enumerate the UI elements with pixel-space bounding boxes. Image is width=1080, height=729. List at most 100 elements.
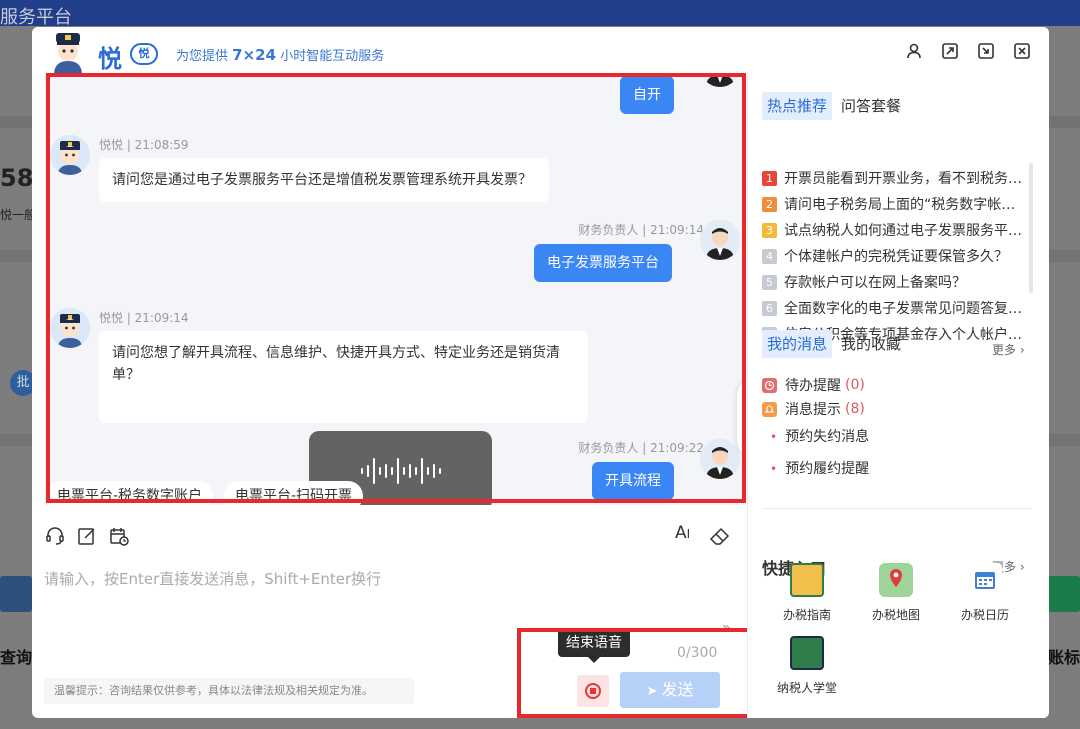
hot-question-text: 请问电子税务局上面的“税务数字帐户”在哪 xyxy=(784,197,1024,213)
background-label: 悦一般 xyxy=(0,208,37,222)
send-icon: ➤ xyxy=(646,684,662,699)
wave-bar xyxy=(438,468,441,474)
more-label: 更多 xyxy=(992,343,1017,357)
hot-question-item[interactable]: 6 全面数字化的电子发票常见问题答复汇总 xyxy=(762,295,1024,321)
input-toolbar: AI xyxy=(44,523,744,555)
tagline-suffix: 小时智能互动服务 xyxy=(280,49,385,64)
assistant-avatar-icon xyxy=(50,308,90,348)
suggestion-chip[interactable]: 电票平台-税务数字账户 xyxy=(46,481,214,511)
todo-reminder[interactable]: 待办提醒 (0) xyxy=(762,375,865,395)
font-size-icon[interactable]: AI xyxy=(675,523,697,545)
wave-bar xyxy=(384,464,387,478)
disclaimer-tip: 温馨提示：咨询结果仅供参考，具体以法律法规及相关规定为准。 xyxy=(44,678,414,704)
close-icon[interactable] xyxy=(1013,42,1031,60)
send-label: 发送 xyxy=(661,680,694,699)
chat-history[interactable]: 自开 悦悦 | 21:08:59 请问您是通过电子发票服务平台还是增值税发票管理… xyxy=(44,73,744,505)
panel-toggle[interactable] xyxy=(737,378,744,458)
expand-input-icon[interactable]: » xyxy=(722,620,731,636)
notice-sub-item[interactable]: 预约履约提醒 xyxy=(770,458,869,478)
clock-icon xyxy=(762,377,777,393)
stop-icon xyxy=(585,683,601,699)
hot-question-text: 试点纳税人如何通过电子发票服务平台开票 xyxy=(784,223,1024,239)
scrollbar[interactable] xyxy=(1029,163,1033,293)
message-input[interactable]: 请输入，按Enter直接发送消息，Shift+Enter换行 xyxy=(44,568,381,589)
edit-icon[interactable] xyxy=(76,525,98,547)
notice-sub-item[interactable]: 预约失约消息 xyxy=(770,426,869,446)
rank-badge: 1 xyxy=(762,170,777,186)
quick-tax-guide[interactable]: 办税指南 xyxy=(772,563,842,623)
hot-question-item[interactable]: 1 开票员能看到开票业务，看不到税务数字账户 xyxy=(762,165,1024,191)
hot-tabs: 热点推荐 问答套餐 xyxy=(762,92,904,120)
bell-icon xyxy=(762,401,777,417)
user-message: 电子发票服务平台 xyxy=(534,244,672,282)
user-avatar-icon xyxy=(700,220,740,260)
hot-question-text: 存款帐户可以在网上备案吗？ xyxy=(784,275,966,291)
tab-my-messages[interactable]: 我的消息 xyxy=(762,330,833,358)
hot-question-item[interactable]: 4 个体建帐户的完税凭证要保管多久？ xyxy=(762,243,1024,269)
quick-tax-map[interactable]: 办税地图 xyxy=(861,563,931,623)
header-actions xyxy=(905,42,1031,60)
logo-text: 悦 xyxy=(98,44,122,73)
message-meta: 悦悦 | 21:09:14 xyxy=(99,311,189,325)
wave-bar xyxy=(378,467,381,475)
assistant-message: 请问您想了解开具流程、信息维护、快捷开具方式、特定业务还是销货清单？ xyxy=(99,331,588,423)
notice-label: 消息提示 xyxy=(785,402,841,418)
tagline-prefix: 为您提供 xyxy=(176,49,229,64)
stop-voice-button[interactable] xyxy=(577,675,609,707)
wave-bar xyxy=(414,467,417,475)
hot-question-item[interactable]: 3 试点纳税人如何通过电子发票服务平台开票 xyxy=(762,217,1024,243)
divider xyxy=(762,508,1032,509)
headset-icon[interactable] xyxy=(44,525,66,547)
hot-question-item[interactable]: 2 请问电子税务局上面的“税务数字帐户”在哪 xyxy=(762,191,1024,217)
message-meta: 财务负责人 | 21:09:22 xyxy=(578,441,704,455)
calendar-clock-icon[interactable] xyxy=(108,525,130,547)
send-button[interactable]: ➤ 发送 xyxy=(620,672,720,708)
quick-tax-calendar[interactable]: 办税日历 xyxy=(950,563,1020,623)
exit-icon[interactable] xyxy=(977,42,995,60)
logo-badge: 悦 xyxy=(130,43,158,65)
message-tabs: 我的消息 我的收藏 xyxy=(762,330,904,358)
more-link[interactable]: 更多 › xyxy=(992,341,1025,358)
user-avatar-icon xyxy=(700,439,740,479)
guide-book-icon xyxy=(790,563,824,597)
assistant-dialog: 悦 悦 为您提供 7×24 小时智能互动服务 自开 悦悦 | 21:08:59 … xyxy=(32,27,1049,718)
background-left-text: 查询 xyxy=(0,648,33,667)
font-size-label: A xyxy=(675,523,687,543)
wave-bar xyxy=(402,467,405,475)
suggestion-chip[interactable]: 电票平台-扫码开票 xyxy=(224,481,364,511)
todo-count: (0) xyxy=(845,377,865,393)
wave-bar xyxy=(396,458,399,484)
wave-bar xyxy=(366,465,369,477)
user-message: 开具流程 xyxy=(592,462,674,500)
right-panel: 热点推荐 问答套餐 1 开票员能看到开票业务，看不到税务数字账户 2 请问电子税务局… xyxy=(747,73,1049,718)
wave-bar xyxy=(408,464,411,478)
message-notice[interactable]: 消息提示 (8) xyxy=(762,399,865,419)
message-meta: 悦悦 | 21:08:59 xyxy=(99,138,189,152)
hot-question-text: 开票员能看到开票业务，看不到税务数字账户 xyxy=(784,171,1024,187)
quick-taxpayer-school[interactable]: 纳税人学堂 xyxy=(772,636,842,696)
background-search-icon xyxy=(0,576,32,612)
rank-badge: 6 xyxy=(762,300,777,316)
message-meta: 财务负责人 | 21:09:14 xyxy=(578,223,704,237)
calendar-icon xyxy=(968,563,1002,597)
tab-qa-package[interactable]: 问答套餐 xyxy=(838,92,904,120)
rank-badge: 4 xyxy=(762,248,777,264)
user-message: 自开 xyxy=(620,76,674,114)
hot-question-item[interactable]: 5 存款帐户可以在网上备案吗？ xyxy=(762,269,1024,295)
eraser-icon[interactable] xyxy=(708,525,730,547)
background-tool-icon xyxy=(1048,576,1080,612)
assistant-message: 请问您是通过电子发票服务平台还是增值税发票管理系统开具发票？ xyxy=(99,158,549,202)
tab-hot-recommend[interactable]: 热点推荐 xyxy=(762,92,833,120)
user-icon[interactable] xyxy=(905,42,923,60)
wave-bar xyxy=(432,464,435,478)
hot-question-text: 全面数字化的电子发票常见问题答复汇总 xyxy=(784,301,1024,317)
background-title: 服务平台 xyxy=(0,7,72,28)
expand-icon[interactable] xyxy=(941,42,959,60)
hot-question-text: 个体建帐户的完税凭证要保管多久？ xyxy=(784,249,1008,265)
background-right-text: 账标 xyxy=(1047,648,1080,667)
wave-bar xyxy=(390,467,393,475)
tab-my-favorites[interactable]: 我的收藏 xyxy=(838,330,904,358)
quick-label: 办税指南 xyxy=(782,608,831,622)
quick-label: 办税日历 xyxy=(960,608,1009,622)
wave-bar xyxy=(426,467,429,475)
